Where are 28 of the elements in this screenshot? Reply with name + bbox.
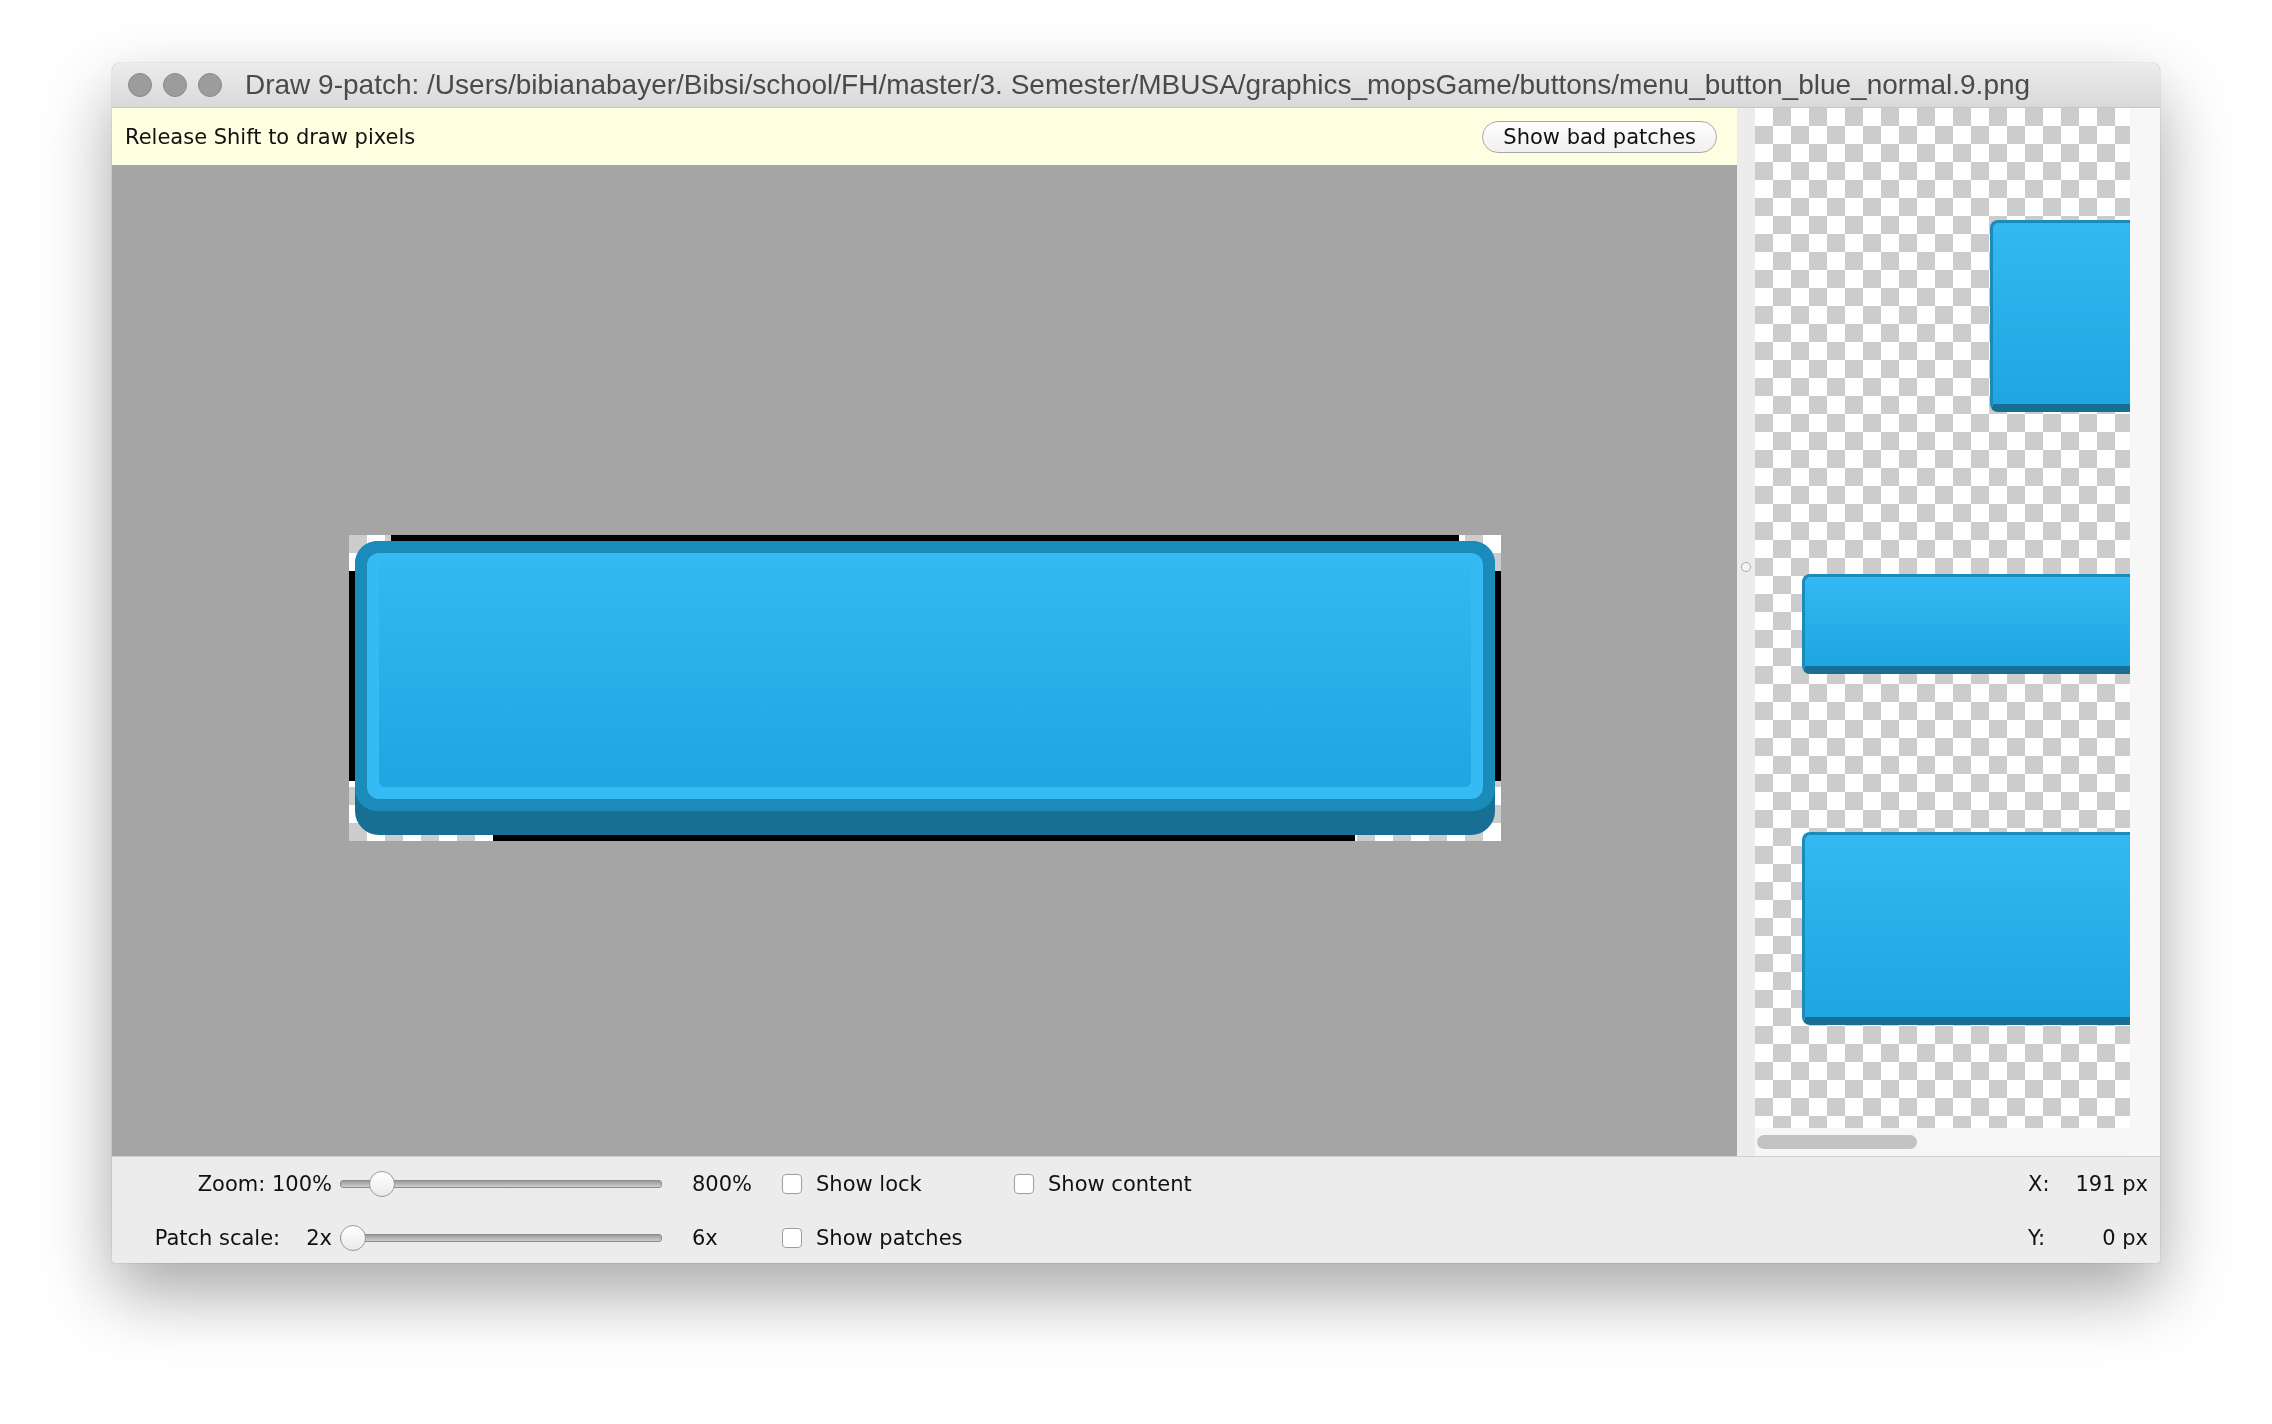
minimize-button[interactable] — [163, 73, 187, 97]
coordinate-label: X: — [2028, 1172, 2051, 1196]
info-message: Release Shift to draw pixels — [125, 124, 416, 149]
checkbox-label[interactable]: Show content — [1048, 1172, 1192, 1196]
slider[interactable] — [340, 1171, 662, 1197]
splitter-handle[interactable] — [1741, 562, 1751, 572]
slider-thumb[interactable] — [340, 1224, 366, 1251]
show-bad-patches-button[interactable]: Show bad patches — [1482, 120, 1717, 153]
slider-min-label: 2x — [306, 1225, 332, 1250]
zoom-button[interactable] — [198, 73, 222, 97]
window-title: Draw 9-patch: /Users/bibianabayer/Bibsi/school/FH/master/3. Semester/MBUSA/graphics_mopsGame/buttons/menu_button_blue_normal.9.png — [245, 69, 2031, 101]
slider[interactable] — [340, 1224, 662, 1251]
checkbox[interactable] — [782, 1174, 802, 1194]
close-button[interactable] — [128, 73, 152, 97]
coordinate-label: Y: — [2028, 1225, 2047, 1250]
checkbox[interactable] — [1014, 1174, 1034, 1194]
checkbox-label[interactable]: Show patches — [816, 1225, 963, 1250]
scroll-bar[interactable] — [1755, 1128, 2130, 1156]
coordinate-value: 0 px — [2101, 1225, 2148, 1250]
slider-label: Zoom: 100% — [197, 1172, 332, 1196]
checkbox-label[interactable]: Show lock — [816, 1172, 922, 1196]
scroll-thumb[interactable] — [1757, 1135, 1917, 1149]
coordinate-value: 191 px — [2074, 1172, 2148, 1196]
slider-max-label: 6x — [691, 1225, 719, 1250]
slider-max-label: 800% — [691, 1172, 754, 1196]
slider-thumb[interactable] — [369, 1171, 396, 1197]
slider-label: Patch scale: — [154, 1225, 281, 1250]
checkbox[interactable] — [782, 1227, 802, 1248]
